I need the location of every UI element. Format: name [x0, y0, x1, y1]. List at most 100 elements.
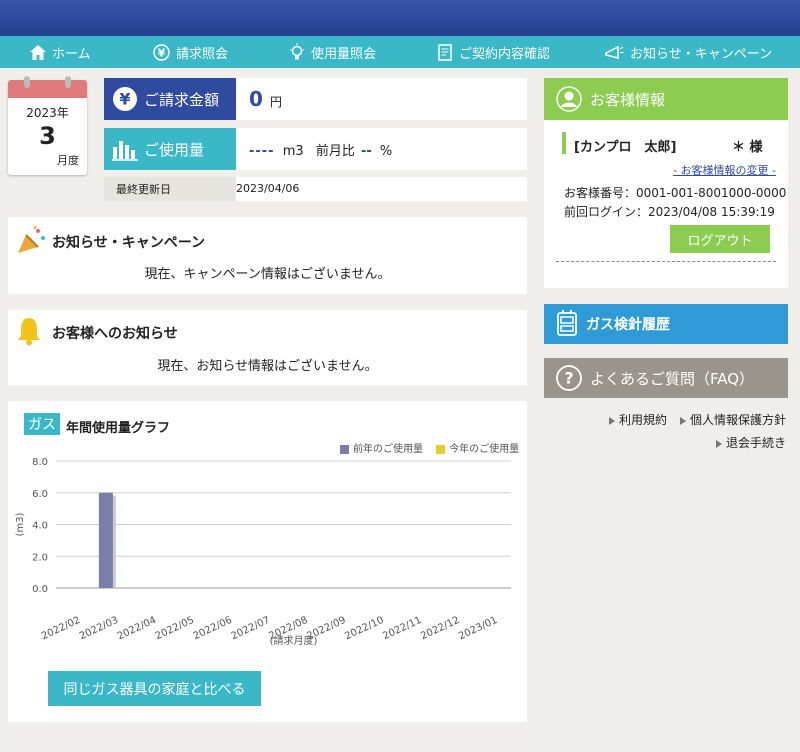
- campaign-panel: お知らせ・キャンペーン 現在、キャンペーン情報はございません。: [8, 217, 527, 294]
- billing-amount: 0 円: [249, 87, 282, 111]
- customer-info-header: お客様情報: [544, 78, 788, 120]
- question-circle-icon: ?: [556, 365, 582, 391]
- calendar-unit: 月度: [57, 154, 79, 167]
- faq-button[interactable]: ? よくあるご質問（FAQ）: [544, 358, 788, 398]
- billing-amount-label: ご請求金額: [144, 90, 220, 109]
- customer-info-box: [カンプロ 太郎] ＊ 様 - お客様情報の変更 - お客様番号：0001-00…: [544, 120, 788, 288]
- calendar-year: 2023年: [26, 106, 69, 120]
- x-tick-label: 2022/11: [381, 615, 423, 643]
- nav-contract[interactable]: ご契約内容確認: [438, 36, 550, 68]
- notice-panel: お客様へのお知らせ 現在、お知らせ情報はございません。: [8, 310, 527, 385]
- gas-meter-icon: [557, 310, 577, 336]
- customer-box-divider: [556, 261, 776, 262]
- nav-usage-label: 使用量照会: [311, 46, 377, 62]
- billing-month-calendar: 2023年 3 月度: [8, 76, 87, 175]
- home-icon: [30, 44, 46, 60]
- triangle-right-icon: [716, 439, 722, 448]
- calendar-month: 3: [39, 122, 56, 150]
- campaign-message: 現在、キャンペーン情報はございません。: [144, 267, 391, 282]
- usage-label: ご使用量: [144, 140, 205, 159]
- notice-message: 現在、お知らせ情報はございません。: [157, 359, 378, 374]
- main-nav: ホーム ¥ 請求照会 使用量照会 ご契約内容確認 お知らせ・キャンペーン: [0, 36, 800, 68]
- yen-icon: ¥: [153, 43, 170, 61]
- customer-number-label: お客様番号：: [564, 186, 637, 200]
- nav-news[interactable]: お知らせ・キャンペーン: [604, 36, 772, 68]
- compare-button[interactable]: 同じガス器具の家庭と比べる: [48, 671, 261, 706]
- y-tick-label: 0.0: [32, 584, 48, 595]
- bar-prev-year: [98, 492, 113, 588]
- nav-contract-label: ご契約内容確認: [459, 46, 551, 62]
- x-tick-label: 2022/04: [116, 615, 158, 643]
- megaphone-icon: [605, 45, 624, 59]
- customer-number: お客様番号：0001-001-8001000-0000: [564, 184, 786, 201]
- bell-icon: [18, 318, 40, 346]
- lightbulb-icon: [290, 43, 304, 60]
- terms-label: 利用規約: [619, 413, 668, 427]
- x-tick-label: 2022/07: [230, 615, 272, 643]
- y-tick-label: 4.0: [32, 521, 48, 532]
- svg-text:¥: ¥: [119, 90, 130, 109]
- x-tick-label: 2022/03: [78, 615, 120, 643]
- y-tick-label: 2.0: [32, 552, 48, 563]
- customer-name: [カンプロ 太郎]: [574, 140, 677, 155]
- triangle-right-icon: [609, 416, 615, 425]
- x-tick-label: 2022/10: [343, 615, 385, 643]
- gas-meter-history-button[interactable]: ガス検針履歴: [544, 304, 788, 344]
- nav-usage[interactable]: 使用量照会: [289, 36, 376, 68]
- last-updated-row: 最終更新日 2023/04/06: [104, 177, 527, 201]
- bar-chart-icon: [112, 141, 138, 161]
- x-axis-label: (請求月度): [270, 634, 318, 647]
- billing-amount-label-box: ¥ ご請求金額: [104, 78, 236, 120]
- terms-link[interactable]: 利用規約: [609, 411, 667, 428]
- gas-meter-history-label: ガス検針履歴: [586, 317, 670, 333]
- usage-row: ご使用量 ---- m3 前月比 -- %: [104, 128, 527, 170]
- nav-billing-label: 請求照会: [176, 46, 229, 62]
- x-tick-label: 2023/01: [457, 615, 499, 643]
- chart-panel: ガス 年間使用量グラフ 前年のご使用量 今年のご使用量 0.0 2.0 4.0 6.0…: [8, 401, 527, 722]
- last-login-label: 前回ログイン：: [564, 205, 649, 219]
- user-icon: [556, 86, 582, 112]
- change-customer-info-link[interactable]: - お客様情報の変更 -: [673, 162, 776, 178]
- x-tick-label: 2022/12: [419, 615, 461, 643]
- customer-number-value: 0001-001-8001000-0000: [636, 186, 787, 200]
- billing-amount-unit: 円: [270, 95, 283, 109]
- calendar-header: [8, 76, 87, 98]
- name-accent-bar: [562, 132, 566, 154]
- faq-label: よくあるご質問（FAQ）: [590, 369, 755, 388]
- x-tick-label: 2022/02: [40, 615, 82, 643]
- withdraw-label: 退会手続き: [726, 436, 787, 450]
- nav-billing[interactable]: ¥ 請求照会: [153, 36, 228, 68]
- yen-circle-icon: ¥: [113, 87, 137, 111]
- usage-values: ---- m3 前月比 -- %: [249, 140, 392, 159]
- x-tick-label: 2022/06: [192, 615, 234, 643]
- last-updated-value: 2023/04/06: [236, 182, 300, 195]
- svg-text:¥: ¥: [158, 46, 166, 59]
- billing-amount-row: ¥ ご請求金額 0 円: [104, 78, 527, 120]
- usage-label-box: ご使用量: [104, 128, 236, 170]
- y-axis-label: (m3): [15, 512, 26, 536]
- prev-ratio-unit: %: [379, 144, 393, 159]
- last-login-value: 2023/04/08 15:39:19: [648, 205, 775, 219]
- nav-news-label: お知らせ・キャンペーン: [630, 46, 773, 62]
- svg-text:?: ?: [564, 369, 573, 388]
- customer-honorific: ＊ 様: [732, 140, 763, 155]
- x-tick-label: 2022/05: [154, 615, 196, 643]
- withdraw-link[interactable]: 退会手続き: [716, 434, 786, 451]
- prev-ratio-label: 前月比: [315, 144, 355, 159]
- usage-value: ----: [249, 144, 275, 159]
- y-tick-label: 8.0: [32, 457, 48, 468]
- prev-ratio-value: --: [360, 144, 372, 159]
- last-updated-label: 最終更新日: [104, 177, 236, 201]
- billing-amount-value: 0: [249, 87, 263, 111]
- triangle-right-icon: [680, 416, 686, 425]
- last-login: 前回ログイン：2023/04/08 15:39:19: [564, 203, 775, 220]
- logout-button[interactable]: ログアウト: [670, 225, 770, 253]
- campaign-title: お知らせ・キャンペーン: [52, 235, 206, 251]
- annual-usage-chart: 0.0 2.0 4.0 6.0 8.0 (m3) 2022/022022/032022/04…: [15, 457, 511, 647]
- y-tick-label: 6.0: [32, 489, 48, 500]
- nav-home[interactable]: ホーム: [30, 36, 91, 68]
- document-icon: [438, 43, 452, 61]
- notice-title: お客様へのお知らせ: [52, 326, 178, 342]
- privacy-link[interactable]: 個人情報保護方針: [680, 411, 786, 428]
- top-banner: [0, 0, 800, 36]
